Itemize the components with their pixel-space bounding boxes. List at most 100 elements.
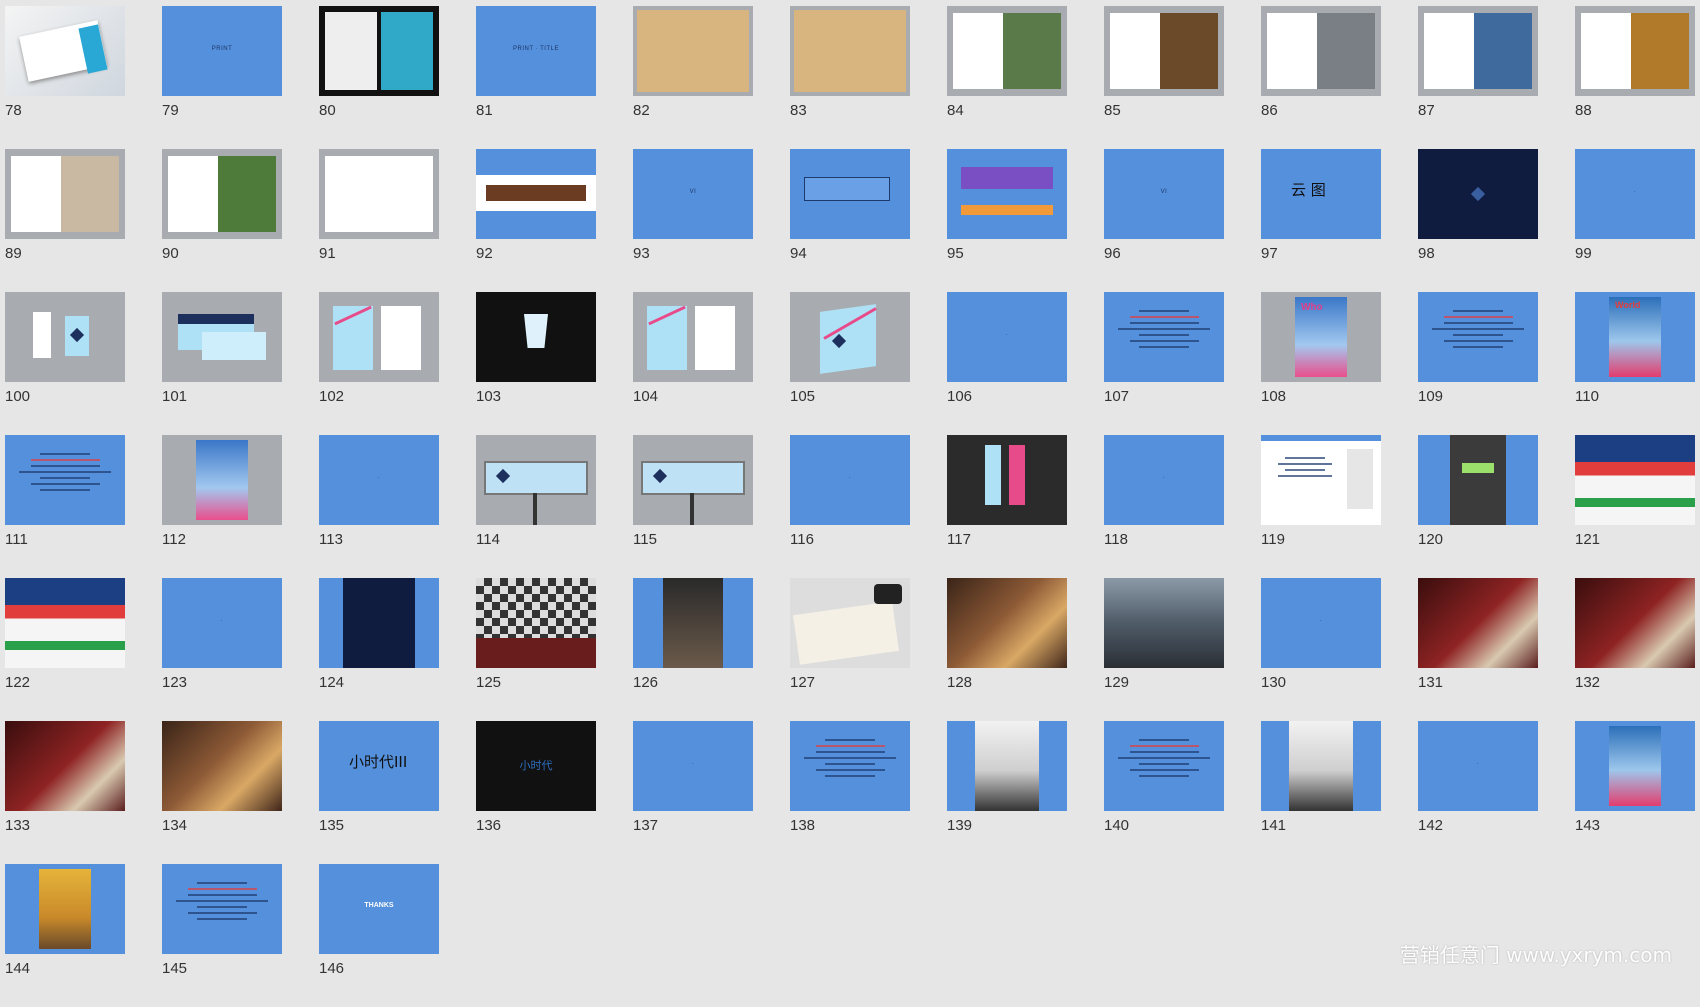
- slide-preview[interactable]: [790, 578, 910, 668]
- slide-preview[interactable]: [162, 435, 282, 525]
- slide-preview[interactable]: [1104, 292, 1224, 382]
- slide-thumbnail[interactable]: 103: [476, 292, 596, 435]
- slide-thumbnail[interactable]: 126: [633, 578, 753, 721]
- slide-preview[interactable]: THANKS: [319, 864, 439, 954]
- slide-preview[interactable]: [476, 149, 596, 239]
- slide-thumbnail[interactable]: 129: [1104, 578, 1224, 721]
- slide-preview[interactable]: [1418, 6, 1538, 96]
- slide-thumbnail[interactable]: 107: [1104, 292, 1224, 435]
- slide-preview[interactable]: [319, 6, 439, 96]
- slide-preview[interactable]: ·: [947, 292, 1067, 382]
- slide-preview[interactable]: PRINT · TITLE: [476, 6, 596, 96]
- slide-thumbnail[interactable]: PRINT 79: [162, 6, 282, 149]
- slide-preview[interactable]: [633, 6, 753, 96]
- slide-thumbnail[interactable]: 138: [790, 721, 910, 864]
- slide-preview[interactable]: [790, 721, 910, 811]
- slide-thumbnail[interactable]: 86: [1261, 6, 1381, 149]
- slide-thumbnail[interactable]: 104: [633, 292, 753, 435]
- slide-preview[interactable]: [947, 435, 1067, 525]
- slide-thumbnail[interactable]: 122: [5, 578, 125, 721]
- slide-thumbnail[interactable]: 105: [790, 292, 910, 435]
- slide-preview[interactable]: [1418, 435, 1538, 525]
- slide-thumbnail[interactable]: 80: [319, 6, 439, 149]
- slide-preview[interactable]: [1418, 292, 1538, 382]
- slide-preview[interactable]: [947, 721, 1067, 811]
- slide-thumbnail[interactable]: 102: [319, 292, 439, 435]
- slide-thumbnail[interactable]: · 116: [790, 435, 910, 578]
- slide-thumbnail[interactable]: 131: [1418, 578, 1538, 721]
- slide-preview[interactable]: [319, 292, 439, 382]
- slide-preview[interactable]: [1104, 578, 1224, 668]
- slide-preview[interactable]: [1575, 578, 1695, 668]
- slide-thumbnail[interactable]: · 99: [1575, 149, 1695, 292]
- slide-preview[interactable]: ·: [319, 435, 439, 525]
- slide-preview[interactable]: 小时代III: [319, 721, 439, 811]
- slide-preview[interactable]: [162, 864, 282, 954]
- slide-thumbnail[interactable]: 124: [319, 578, 439, 721]
- slide-thumbnail[interactable]: 小时代III 135: [319, 721, 439, 864]
- slide-thumbnail[interactable]: 121: [1575, 435, 1695, 578]
- slide-preview[interactable]: Who: [1261, 292, 1381, 382]
- slide-preview[interactable]: [162, 721, 282, 811]
- slide-thumbnail[interactable]: 144: [5, 864, 125, 1007]
- slide-thumbnail[interactable]: 141: [1261, 721, 1381, 864]
- slide-thumbnail[interactable]: 125: [476, 578, 596, 721]
- slide-preview[interactable]: [5, 6, 125, 96]
- slide-thumbnail[interactable]: 117: [947, 435, 1067, 578]
- slide-thumbnail[interactable]: 115: [633, 435, 753, 578]
- slide-thumbnail[interactable]: World 110: [1575, 292, 1695, 435]
- slide-preview[interactable]: [5, 292, 125, 382]
- slide-preview[interactable]: [5, 578, 125, 668]
- slide-preview[interactable]: ·: [162, 578, 282, 668]
- slide-preview[interactable]: [476, 578, 596, 668]
- slide-thumbnail[interactable]: 小时代 136: [476, 721, 596, 864]
- slide-thumbnail[interactable]: 92: [476, 149, 596, 292]
- slide-preview[interactable]: [476, 292, 596, 382]
- slide-preview[interactable]: [947, 578, 1067, 668]
- slide-preview[interactable]: [319, 149, 439, 239]
- slide-thumbnail[interactable]: 95: [947, 149, 1067, 292]
- slide-thumbnail[interactable]: 143: [1575, 721, 1695, 864]
- slide-preview[interactable]: [633, 435, 753, 525]
- slide-preview[interactable]: [1418, 149, 1538, 239]
- slide-preview[interactable]: [5, 864, 125, 954]
- slide-preview[interactable]: [1261, 435, 1381, 525]
- slide-preview[interactable]: [947, 149, 1067, 239]
- slide-preview[interactable]: [1104, 6, 1224, 96]
- slide-thumbnail[interactable]: 82: [633, 6, 753, 149]
- slide-preview[interactable]: PRINT: [162, 6, 282, 96]
- slide-thumbnail[interactable]: 112: [162, 435, 282, 578]
- slide-preview[interactable]: 小时代: [476, 721, 596, 811]
- slide-preview[interactable]: ·: [1104, 435, 1224, 525]
- slide-preview[interactable]: [162, 149, 282, 239]
- slide-preview[interactable]: [633, 292, 753, 382]
- slide-thumbnail[interactable]: 84: [947, 6, 1067, 149]
- slide-preview[interactable]: [1575, 6, 1695, 96]
- slide-preview[interactable]: [1104, 721, 1224, 811]
- slide-thumbnail[interactable]: · 137: [633, 721, 753, 864]
- slide-thumbnail[interactable]: · 113: [319, 435, 439, 578]
- slide-thumbnail[interactable]: Who 108: [1261, 292, 1381, 435]
- slide-thumbnail[interactable]: 145: [162, 864, 282, 1007]
- slide-preview[interactable]: [1418, 578, 1538, 668]
- slide-thumbnail[interactable]: 云 图 97: [1261, 149, 1381, 292]
- slide-preview[interactable]: [1575, 721, 1695, 811]
- slide-preview[interactable]: 云 图: [1261, 149, 1381, 239]
- slide-preview[interactable]: ·: [790, 435, 910, 525]
- slide-preview[interactable]: [947, 6, 1067, 96]
- slide-thumbnail[interactable]: 127: [790, 578, 910, 721]
- slide-thumbnail[interactable]: 90: [162, 149, 282, 292]
- slide-thumbnail[interactable]: PRINT · TITLE 81: [476, 6, 596, 149]
- slide-preview[interactable]: ·: [633, 721, 753, 811]
- slide-thumbnail[interactable]: 109: [1418, 292, 1538, 435]
- slide-preview[interactable]: World: [1575, 292, 1695, 382]
- slide-thumbnail[interactable]: · 118: [1104, 435, 1224, 578]
- slide-preview[interactable]: ·: [1575, 149, 1695, 239]
- slide-thumbnail[interactable]: 91: [319, 149, 439, 292]
- slide-preview[interactable]: [1261, 721, 1381, 811]
- slide-preview[interactable]: [319, 578, 439, 668]
- slide-preview[interactable]: [476, 435, 596, 525]
- slide-preview[interactable]: [1575, 435, 1695, 525]
- slide-thumbnail[interactable]: 139: [947, 721, 1067, 864]
- slide-thumbnail[interactable]: 87: [1418, 6, 1538, 149]
